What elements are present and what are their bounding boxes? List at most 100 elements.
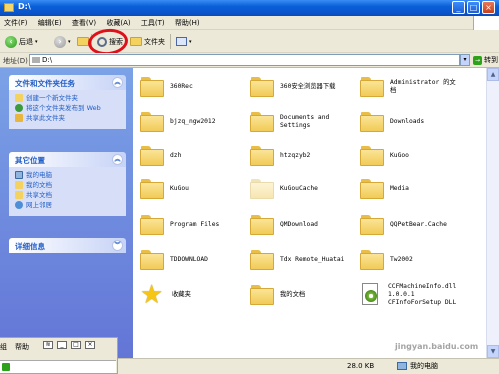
back-button[interactable]: ‹ 后退 ▾ (5, 34, 38, 49)
drive-icon (32, 57, 40, 63)
file-item[interactable]: Tw2002 (360, 241, 470, 279)
file-item[interactable]: 360安全浏览器下载 (250, 68, 360, 106)
expand-chevron-icon[interactable]: ︾ (112, 240, 123, 251)
watermark: jingyan.baidu.com (395, 342, 479, 351)
file-item[interactable]: TDDOWNLOAD (140, 241, 250, 279)
file-item[interactable]: Tdx Remote_Huatai (250, 241, 360, 279)
folders-label: 文件夹 (144, 37, 165, 46)
restore-icon[interactable]: □ (71, 341, 81, 349)
file-item[interactable]: QMDownload (250, 206, 360, 244)
place-shared-documents[interactable]: 共享文档 (15, 191, 120, 199)
address-input[interactable]: D:\ (29, 54, 460, 66)
toolbar: ‹ 后退 ▾ › ▾ 搜索 文件夹 ▾ (0, 30, 499, 53)
task-pane: 文件和文件夹任务 ︽ 创建一个新文件夹 将这个文件夹发布到 Web 共享此文件夹… (0, 68, 133, 358)
folder-icon (360, 146, 384, 166)
details-header[interactable]: 详细信息 ︾ (9, 238, 126, 253)
place-my-computer[interactable]: 我的电脑 (15, 171, 120, 179)
file-name: bjzq_ngw2012 (170, 118, 216, 125)
file-item[interactable]: 我的文档 (250, 276, 360, 314)
vertical-scrollbar[interactable]: ▲ ▼ (486, 68, 499, 358)
computer-icon (397, 362, 407, 370)
network-icon (15, 201, 23, 209)
task-new-folder[interactable]: 创建一个新文件夹 (15, 94, 120, 102)
collapse-chevron-icon[interactable]: ︽ (112, 77, 123, 88)
dropdown-arrow-icon[interactable]: ▾ (68, 39, 71, 45)
file-item[interactable]: Program Files (140, 206, 250, 244)
input-field[interactable] (0, 360, 116, 373)
file-item[interactable]: Documents and Settings (250, 103, 360, 141)
scroll-down-button[interactable]: ▼ (487, 345, 499, 358)
go-button[interactable]: → 转到 (473, 55, 498, 65)
minimize-icon[interactable]: _ (57, 341, 67, 349)
documents-folder-icon (15, 181, 23, 189)
details-panel: 详细信息 ︾ (9, 238, 126, 253)
minimize-button[interactable]: _ (452, 1, 465, 14)
file-name: Tdx Remote_Huatai (280, 256, 345, 263)
menu-file[interactable]: 文件(F) (0, 16, 32, 30)
folders-button[interactable]: 文件夹 (130, 34, 165, 49)
folder-icon (140, 179, 164, 199)
file-name: Downloads (390, 118, 425, 125)
new-folder-icon (15, 94, 23, 102)
folder-icon (140, 77, 164, 97)
web-publish-icon (15, 104, 23, 112)
dropdown-arrow-icon[interactable]: ▾ (35, 39, 38, 45)
task-publish-web[interactable]: 将这个文件夹发布到 Web (15, 104, 120, 112)
folder-icon (360, 77, 384, 97)
menu-help[interactable]: 帮助(H) (171, 16, 204, 30)
task-label: 创建一个新文件夹 (26, 94, 78, 102)
file-item[interactable]: KuGou (140, 170, 250, 208)
task-share-folder[interactable]: 共享此文件夹 (15, 114, 120, 122)
folders-icon (130, 37, 142, 46)
menu-help[interactable]: 帮助 (15, 342, 29, 352)
file-list: 360Rec 360安全浏览器下载 Administrator 的文档 bjzq… (133, 68, 486, 358)
file-item[interactable]: bjzq_ngw2012 (140, 103, 250, 141)
hidden-folder-icon (250, 179, 274, 199)
file-item[interactable]: Administrator 的文档 (360, 68, 470, 106)
file-item[interactable]: QQPetBear.Cache (360, 206, 470, 244)
close-button[interactable]: × (482, 1, 495, 14)
folder-icon (360, 215, 384, 235)
place-network[interactable]: 网上邻居 (15, 201, 120, 209)
maximize-button[interactable]: □ (467, 1, 480, 14)
folder-icon (250, 215, 274, 235)
place-my-documents[interactable]: 我的文档 (15, 181, 120, 189)
file-item[interactable]: 360Rec (140, 68, 250, 106)
menu-tools[interactable]: 工具(T) (137, 16, 169, 30)
address-value: D:\ (42, 56, 53, 64)
details-title: 详细信息 (15, 242, 45, 251)
task-label: 将这个文件夹发布到 Web (26, 104, 101, 112)
file-name: KuGoo (390, 152, 409, 159)
close-icon[interactable]: × (85, 341, 95, 349)
back-arrow-icon: ‹ (5, 35, 17, 48)
file-name: 360Rec (170, 83, 193, 90)
menu-edit[interactable]: 编辑(E) (34, 16, 66, 30)
file-item[interactable]: KuGouCache (250, 170, 360, 208)
shared-folder-icon (15, 191, 23, 199)
collapse-chevron-icon[interactable]: ︽ (112, 154, 123, 165)
forward-button[interactable]: › ▾ (54, 34, 71, 49)
back-label: 后退 (19, 37, 33, 46)
folder-icon (250, 77, 274, 97)
other-places-panel: 其它位置 ︽ 我的电脑 我的文档 共享文档 网上邻居 (9, 152, 126, 216)
views-button[interactable]: ▾ (176, 34, 192, 49)
folder-icon (250, 112, 274, 132)
address-dropdown-button[interactable]: ▾ (460, 54, 470, 66)
menu-view[interactable]: 查看(V) (68, 16, 100, 30)
file-name: Documents and Settings (280, 114, 330, 129)
menu-favorites[interactable]: 收藏(A) (102, 16, 134, 30)
file-item[interactable]: Media (360, 170, 470, 208)
folder-icon (360, 250, 384, 270)
toolbar-icon[interactable]: ≋ (43, 341, 53, 349)
file-item[interactable]: CCFMachineInfo.dll 1.0.0.1 CFInfoForSetu… (360, 276, 480, 314)
file-item[interactable]: Downloads (360, 103, 470, 141)
file-item[interactable]: ★ 收藏夹 (140, 276, 250, 314)
windows-logo (473, 16, 499, 30)
scroll-up-button[interactable]: ▲ (487, 68, 499, 81)
computer-icon (15, 171, 23, 179)
other-places-header[interactable]: 其它位置 ︽ (9, 152, 126, 167)
file-name: 我的文档 (280, 291, 306, 298)
file-name: htzqzyb2 (280, 152, 311, 159)
menu-partial[interactable]: 组 (0, 342, 7, 352)
file-tasks-header[interactable]: 文件和文件夹任务 ︽ (9, 75, 126, 90)
